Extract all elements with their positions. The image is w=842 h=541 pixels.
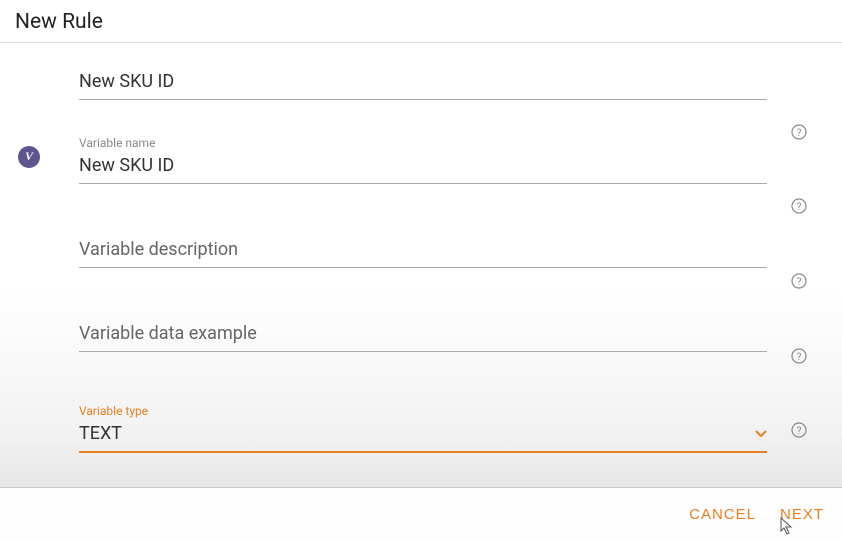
variable-description-input[interactable] — [79, 236, 767, 263]
field-variable-description[interactable] — [79, 230, 767, 268]
help-icon[interactable]: ? — [791, 348, 807, 364]
variable-type-label: Variable type — [79, 404, 767, 418]
field-variable-type[interactable]: Variable type TEXT — [79, 398, 767, 453]
next-button[interactable]: NEXT — [768, 498, 836, 531]
field-unnamed[interactable] — [79, 62, 767, 100]
dialog-footer: CANCEL NEXT — [0, 487, 842, 541]
svg-text:?: ? — [797, 426, 802, 437]
svg-text:?: ? — [797, 202, 802, 213]
chevron-down-icon — [755, 430, 767, 438]
variable-name-label: Variable name — [79, 136, 767, 150]
field-variable-name[interactable]: Variable name — [79, 130, 767, 184]
variable-example-input[interactable] — [79, 320, 767, 347]
variable-step-icon — [18, 146, 40, 168]
help-icon[interactable]: ? — [791, 124, 807, 140]
cancel-button[interactable]: CANCEL — [677, 498, 768, 531]
svg-text:?: ? — [797, 277, 802, 288]
fields-container: Variable name Variable type TEXT — [79, 62, 767, 453]
page-title: New Rule — [15, 10, 827, 34]
svg-text:?: ? — [797, 352, 802, 363]
dialog-header: New Rule — [0, 0, 842, 43]
variable-name-input[interactable] — [79, 152, 767, 179]
help-icon[interactable]: ? — [791, 273, 807, 289]
help-icon[interactable]: ? — [791, 422, 807, 438]
variable-type-value: TEXT — [79, 420, 122, 447]
svg-text:?: ? — [797, 128, 802, 139]
help-icon[interactable]: ? — [791, 198, 807, 214]
variable-type-select[interactable]: TEXT — [79, 420, 767, 447]
content-area: Variable name Variable type TEXT ? ? ? ? — [0, 48, 842, 487]
unnamed-input[interactable] — [79, 68, 767, 95]
field-variable-example[interactable] — [79, 314, 767, 352]
